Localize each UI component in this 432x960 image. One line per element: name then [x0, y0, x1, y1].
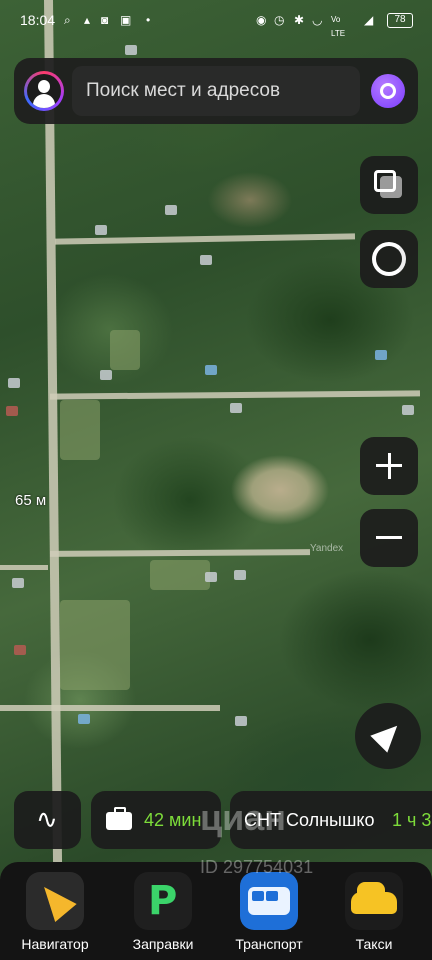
briefcase-icon [106, 807, 132, 830]
map-building [8, 378, 20, 388]
map-building [78, 714, 90, 724]
listing-id-watermark: ID 297754031 [200, 857, 314, 877]
alice-assistant-button[interactable] [360, 230, 418, 288]
map-building [230, 403, 242, 413]
map-building [205, 572, 217, 582]
search-input[interactable]: Поиск мест и адресов [72, 66, 360, 116]
alarm-icon: ◷ [274, 13, 285, 27]
location-arrow-icon [370, 717, 406, 753]
status-bar: 18:04 ⌕ ▴ ◙ ▣ • ◉ ◷ ✱ ◡ Vo LTE ◢ 78 [0, 0, 432, 42]
user-icon [27, 74, 61, 108]
layers-icon-front [374, 170, 396, 192]
minus-icon [376, 536, 402, 539]
work-route-time: 42 мин [144, 810, 202, 830]
map-building [165, 205, 177, 215]
map-building [95, 225, 107, 235]
plus-icon-vertical [387, 453, 391, 479]
map-road [0, 705, 220, 711]
map-road [0, 565, 48, 570]
search-icon: ⌕ [64, 13, 71, 27]
location-icon: ◉ [256, 13, 267, 27]
battery-indicator: 78 [387, 13, 413, 28]
search-bar: Поиск мест и адресов [14, 58, 418, 124]
profile-avatar-button[interactable] [24, 71, 64, 111]
dock-item-navigator[interactable]: Навигатор [5, 872, 105, 956]
map-building [375, 350, 387, 360]
map-building [205, 365, 217, 375]
map-building [100, 370, 112, 380]
map-clearing [60, 600, 130, 690]
dock-label-fuel: Заправки [132, 936, 194, 952]
dot-icon: • [146, 13, 151, 27]
gallery-icon: ▣ [120, 13, 132, 27]
map-watermark: Yandex [310, 543, 344, 554]
map-building [12, 578, 24, 588]
dock-label-transport: Транспорт [235, 936, 303, 952]
map-building [125, 45, 137, 55]
cian-watermark: циан [200, 797, 287, 838]
map-building [14, 645, 26, 655]
dock-label-taxi: Такси [355, 936, 393, 952]
map-building [235, 716, 247, 726]
map-road [49, 549, 311, 557]
dock-label-navigator: Навигатор [21, 936, 89, 952]
map-scale-label: 65 м [15, 492, 47, 509]
message-icon: ◙ [101, 13, 109, 27]
dock-item-taxi[interactable]: Такси [324, 872, 424, 956]
map-road [49, 390, 421, 400]
map-clearing [150, 560, 210, 590]
volte-icon: Vo LTE [331, 15, 346, 38]
route-icon: ∿ [36, 804, 58, 834]
map-building [6, 406, 18, 416]
map-building [234, 570, 246, 580]
alice-ring-icon [372, 242, 406, 276]
navigator-arrow-icon [26, 872, 84, 930]
map-road [54, 233, 356, 245]
wifi-icon: ◡ [312, 13, 323, 27]
bluetooth-icon: ✱ [294, 13, 305, 27]
alice-icon [380, 83, 396, 99]
route-button[interactable]: ∿ [14, 791, 81, 849]
zoom-out-button[interactable] [360, 509, 418, 567]
signal-icon: ◢ [364, 13, 374, 27]
bell-icon: ▴ [84, 13, 91, 27]
dock-item-fuel[interactable]: P Заправки [113, 872, 213, 956]
map-clearing [60, 400, 100, 460]
status-time: 18:04 [20, 12, 56, 28]
zoom-in-button[interactable] [360, 437, 418, 495]
dock-item-transport[interactable]: Транспорт [219, 872, 319, 956]
my-location-button[interactable] [355, 703, 421, 769]
bus-icon [240, 872, 298, 930]
taxi-car-icon [345, 872, 403, 930]
alice-voice-button[interactable] [371, 74, 405, 108]
fuel-p-icon: P [134, 872, 192, 930]
map-clearing [110, 330, 140, 370]
place-route-time: 1 ч 3 [392, 810, 432, 830]
map-building [200, 255, 212, 265]
layers-button[interactable] [360, 156, 418, 214]
map-building [402, 405, 414, 415]
